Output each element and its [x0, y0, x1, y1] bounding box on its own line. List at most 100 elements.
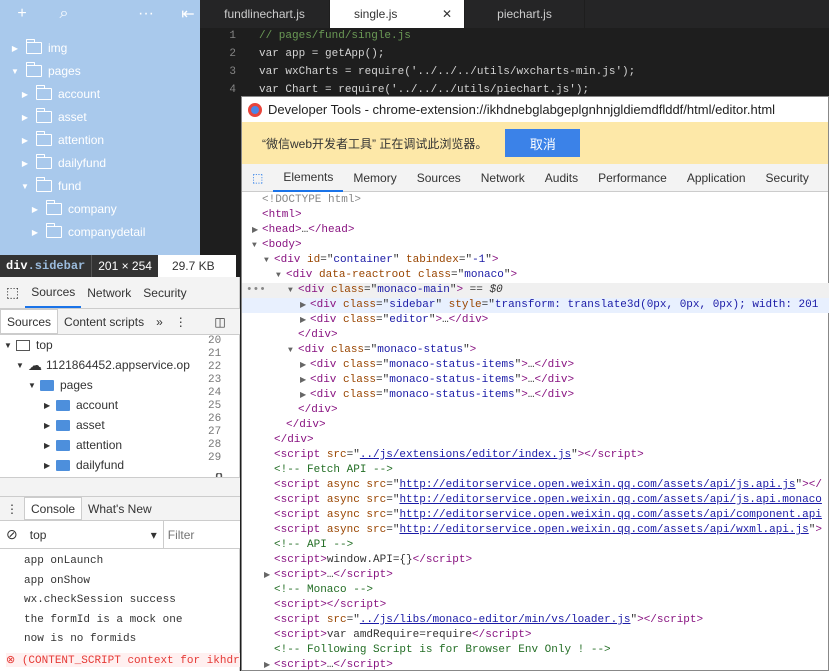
add-icon[interactable]: +: [12, 5, 32, 23]
dom-node[interactable]: <html>: [242, 208, 829, 223]
sources-tree-item[interactable]: ▼ pages: [28, 375, 93, 395]
more-icon[interactable]: ···: [136, 5, 156, 23]
sidebar-item[interactable]: ▶ asset: [20, 107, 87, 127]
console-filter-input[interactable]: [167, 527, 218, 542]
chevron-right-icon[interactable]: ▶: [300, 313, 306, 328]
chevron-right-icon[interactable]: ▶: [300, 388, 306, 403]
tab-application[interactable]: Application: [677, 164, 756, 192]
sources-tree-item[interactable]: ▶ asset: [44, 415, 105, 435]
chevron-down-icon[interactable]: ▼: [288, 343, 293, 358]
chevron-right-icon[interactable]: ▶: [300, 358, 306, 373]
chevron-right-icon[interactable]: ▶: [264, 568, 270, 583]
dom-node[interactable]: ▼ <body>: [242, 238, 829, 253]
search-icon[interactable]: ⌕: [54, 5, 74, 23]
dom-node[interactable]: ▶ <script>…</script>: [242, 658, 829, 671]
dom-node[interactable]: </div>: [242, 328, 829, 343]
sidebar-item[interactable]: ▶ account: [20, 84, 100, 104]
inspect-icon[interactable]: ⬚: [0, 277, 25, 308]
sidebar-item[interactable]: ▼ pages: [10, 61, 81, 81]
sources-tree-item[interactable]: ▶ dailyfund: [44, 455, 124, 475]
dom-node[interactable]: <!-- Fetch API -->: [242, 463, 829, 478]
sidebar-item[interactable]: ▶ attention: [20, 130, 104, 150]
dom-node[interactable]: <script async src="http://editorservice.…: [242, 523, 829, 538]
context-select[interactable]: top ▾: [24, 521, 164, 548]
close-icon[interactable]: ✕: [442, 7, 452, 21]
dom-node[interactable]: ▶ <div class="editor">…</div>: [242, 313, 829, 328]
sidebar-item[interactable]: ▶ dailyfund: [20, 153, 106, 173]
dom-node[interactable]: <!-- Following Script is for Browser Env…: [242, 643, 829, 658]
dom-node[interactable]: </div>: [242, 433, 829, 448]
drawer-menu-icon[interactable]: ⋮: [0, 497, 24, 520]
code-editor[interactable]: 1 // pages/fund/single.js 2 var app = ge…: [200, 28, 829, 98]
tab-network[interactable]: Network: [471, 164, 535, 192]
dom-node[interactable]: ▶ <head>…</head>: [242, 223, 829, 238]
sources-tree-item[interactable]: ▼ ☁ 1121864452.appservice.op: [16, 355, 190, 375]
dom-node[interactable]: </div>: [242, 403, 829, 418]
tab-security[interactable]: Security: [137, 277, 192, 308]
dom-node[interactable]: <script async src="http://editorservice.…: [242, 493, 829, 508]
dom-node[interactable]: <script>window.API={}</script>: [242, 553, 829, 568]
scrollbar-region[interactable]: [0, 477, 240, 497]
line-number: 4: [229, 84, 236, 96]
tab-elements[interactable]: Elements: [273, 164, 344, 192]
chevron-down-icon[interactable]: ▼: [276, 268, 281, 283]
sources-tree-item[interactable]: ▶ account: [44, 395, 118, 415]
dom-node[interactable]: <script src="../js/libs/monaco-editor/mi…: [242, 613, 829, 628]
dom-node[interactable]: <script>var amdRequire=require</script>: [242, 628, 829, 643]
tab-sources[interactable]: Sources: [25, 277, 82, 308]
tab-single[interactable]: single.js ✕: [330, 0, 465, 28]
dom-node[interactable]: <!-- API -->: [242, 538, 829, 553]
inspect-element-icon[interactable]: ⬚: [242, 164, 273, 192]
tab-security[interactable]: Security: [756, 164, 819, 192]
error-text: (CONTENT_SCRIPT context for ikhdr: [21, 655, 240, 667]
dom-node[interactable]: <script async src="http://editorservice.…: [242, 508, 829, 523]
dom-node[interactable]: ▶ <div class="monaco-status-items">…</div…: [242, 388, 829, 403]
dom-node[interactable]: ▼ <div data-reactroot class="monaco">: [242, 268, 829, 283]
sidebar-item[interactable]: ▶ img: [10, 38, 67, 58]
tab-network[interactable]: Network: [81, 277, 137, 308]
tab-memory[interactable]: Memory: [343, 164, 406, 192]
chevron-right-icon[interactable]: ▶: [300, 298, 306, 313]
subtab-sources[interactable]: Sources: [0, 309, 59, 334]
dom-node[interactable]: <script async src="http://editorservice.…: [242, 478, 829, 493]
code-line: var Chart = require('../../../utils/piec…: [259, 84, 590, 96]
tab-whats-new[interactable]: What's New: [82, 497, 158, 520]
tab-sources[interactable]: Sources: [407, 164, 471, 192]
cancel-button[interactable]: 取消: [505, 129, 581, 157]
chevron-down-icon[interactable]: ▼: [264, 253, 269, 268]
dom-node[interactable]: ▶ <div class="sidebar" style="transform: …: [242, 298, 829, 313]
chevron-right-icon[interactable]: ▶: [252, 223, 258, 238]
dom-node[interactable]: ▼ <div class="monaco-status">: [242, 343, 829, 358]
sources-tree-item[interactable]: ▼ top: [4, 335, 53, 355]
sidebar-item[interactable]: ▶ company: [30, 199, 117, 219]
sidebar-item[interactable]: ▶ companydetail: [30, 222, 145, 242]
dom-node[interactable]: ▶ <div class="monaco-status-items">…</div…: [242, 358, 829, 373]
dom-node[interactable]: <!-- Monaco -->: [242, 583, 829, 598]
chevron-down-icon[interactable]: ▼: [252, 238, 257, 253]
more-tabs-icon[interactable]: »: [150, 309, 169, 334]
tab-piechart[interactable]: piechart.js: [465, 0, 585, 28]
tab-fundlinechart[interactable]: fundlinechart.js: [200, 0, 330, 28]
selected-dom-node[interactable]: ••• ▼ <div class="monaco-main"> == $0: [242, 283, 829, 298]
dom-node[interactable]: ▼ <div id="container" tabindex="-1">: [242, 253, 829, 268]
kebab-menu-icon[interactable]: ⋮: [169, 309, 193, 334]
chevron-right-icon[interactable]: ▶: [300, 373, 306, 388]
dom-node[interactable]: <script src="../js/extensions/editor/ind…: [242, 448, 829, 463]
chevron-right-icon[interactable]: ▶: [264, 658, 270, 671]
dom-node[interactable]: <script></script>: [242, 598, 829, 613]
tab-audits[interactable]: Audits: [535, 164, 588, 192]
tab-performance[interactable]: Performance: [588, 164, 677, 192]
subtab-content-scripts[interactable]: Content scripts: [58, 309, 150, 334]
tab-console[interactable]: Console: [24, 497, 83, 520]
sources-tree-item[interactable]: ▶ attention: [44, 435, 122, 455]
clear-console-icon[interactable]: ⊘: [0, 521, 24, 548]
dom-node[interactable]: ▶ <script>…</script>: [242, 568, 829, 583]
tooltip-tag: div: [6, 259, 28, 273]
toggle-navigator-icon[interactable]: ◫: [200, 309, 240, 335]
dom-node[interactable]: </div>: [242, 418, 829, 433]
sidebar-item[interactable]: ▼ fund: [20, 176, 81, 196]
dom-node[interactable]: ▶ <div class="monaco-status-items">…</div…: [242, 373, 829, 388]
collapse-icon[interactable]: ⇤: [178, 4, 198, 24]
dom-node[interactable]: <!DOCTYPE html>: [242, 193, 829, 208]
chevron-down-icon[interactable]: ▼: [288, 283, 293, 298]
